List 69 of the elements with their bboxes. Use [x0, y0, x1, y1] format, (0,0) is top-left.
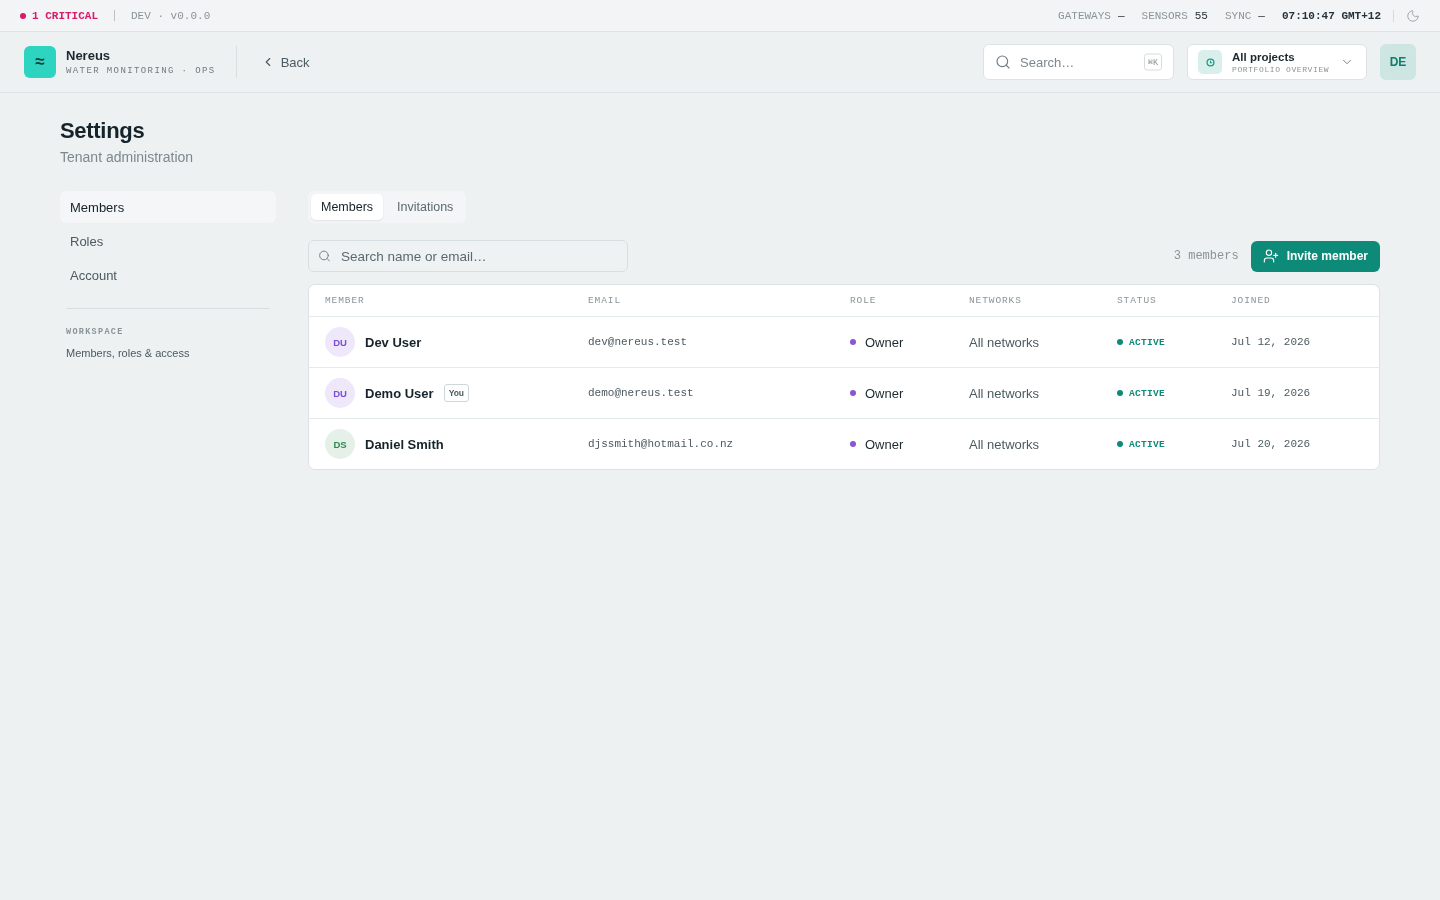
brand-name: Nereus	[66, 48, 112, 63]
member-avatar: DU	[325, 378, 355, 408]
brand-tagline: WATER MONITORING · OPS	[66, 66, 216, 76]
sidebar-item[interactable]: Members	[60, 191, 276, 223]
section-description: Members, roles & access	[66, 347, 191, 359]
status-dot-icon	[1117, 339, 1123, 345]
column-header: JOINED	[1231, 295, 1272, 306]
member-search-field[interactable]: Search name or email…	[308, 240, 628, 272]
joined-date-cell-text: Jul 12, 2026	[1231, 336, 1312, 348]
status-label: ACTIVE	[1129, 387, 1165, 399]
email-cell-text: djssmith@hotmail.co.nz	[588, 438, 735, 450]
column-header: MEMBER	[325, 295, 366, 306]
sidebar-item[interactable]: Account	[60, 259, 276, 291]
sidebar-item[interactable]: Roles	[60, 225, 276, 257]
networks-cell-text: All networks	[969, 334, 1041, 350]
tab[interactable]: Invitations	[387, 194, 464, 220]
clock: 07:10:47 GMT+12	[1281, 9, 1381, 22]
alert-dot-icon	[20, 12, 26, 19]
environment-version: DEV · v0.0.0	[131, 9, 211, 22]
stat-label: SENSORS	[1141, 9, 1188, 22]
stat-label: GATEWAYS	[1058, 9, 1111, 22]
tab[interactable]: Members	[311, 194, 384, 220]
app-logo: ≈	[24, 46, 56, 78]
stat-value: —	[1117, 9, 1125, 22]
column-header: STATUS	[1117, 295, 1158, 306]
role-cell: Owner	[865, 334, 904, 350]
status-label: ACTIVE	[1129, 336, 1165, 348]
networks-cell-text: All networks	[969, 436, 1041, 452]
back-link[interactable]: Back	[260, 54, 310, 70]
page-title: Settings	[60, 117, 146, 145]
search-icon	[318, 249, 331, 263]
critical-alert-count[interactable]: 1 CRITICAL	[32, 9, 98, 22]
you-tag: You	[443, 384, 470, 402]
status-dot-icon	[1117, 441, 1123, 447]
search-icon	[995, 54, 1011, 70]
column-header: ROLE	[850, 295, 878, 306]
member-name: Dev User	[365, 334, 422, 350]
user-plus-icon	[1262, 248, 1279, 264]
project-name: All projects	[1232, 50, 1296, 63]
member-avatar: DU	[325, 327, 355, 357]
joined-date-cell-text: Jul 19, 2026	[1231, 387, 1312, 399]
project-subtitle: PORTFOLIO OVERVIEW	[1232, 64, 1330, 74]
member-name: Demo User	[365, 385, 434, 401]
role-cell: Owner	[865, 436, 904, 452]
stat-value: —	[1258, 9, 1265, 22]
status-label: ACTIVE	[1129, 438, 1165, 450]
theme-toggle-moon-icon[interactable]	[1406, 8, 1420, 23]
role-dot-icon	[850, 441, 856, 447]
section-heading: WORKSPACE	[66, 327, 125, 337]
status-dot-icon	[1117, 390, 1123, 396]
column-header: EMAIL	[588, 295, 622, 306]
role-cell: Owner	[865, 385, 904, 401]
user-avatar[interactable]: DE	[1380, 44, 1416, 80]
member-count: 3 members	[1173, 249, 1239, 263]
page-subtitle: Tenant administration	[60, 148, 195, 167]
member-name: Daniel Smith	[365, 436, 444, 452]
stat-label: SYNC	[1224, 9, 1252, 22]
email-cell-text: demo@nereus.test	[588, 387, 695, 399]
networks-cell-text: All networks	[969, 385, 1041, 401]
member-avatar: DS	[325, 429, 355, 459]
joined-date-cell-text: Jul 20, 2026	[1231, 438, 1312, 450]
invite-member-button[interactable]: Invite member	[1250, 240, 1380, 272]
role-dot-icon	[850, 339, 856, 345]
email-cell-text: dev@nereus.test	[588, 336, 689, 348]
stat-value: 55	[1194, 9, 1208, 22]
project-selector[interactable]: All projects PORTFOLIO OVERVIEW	[1187, 44, 1367, 80]
role-dot-icon	[850, 390, 856, 396]
clock-icon	[1198, 50, 1222, 74]
column-header: NETWORKS	[969, 295, 1023, 306]
